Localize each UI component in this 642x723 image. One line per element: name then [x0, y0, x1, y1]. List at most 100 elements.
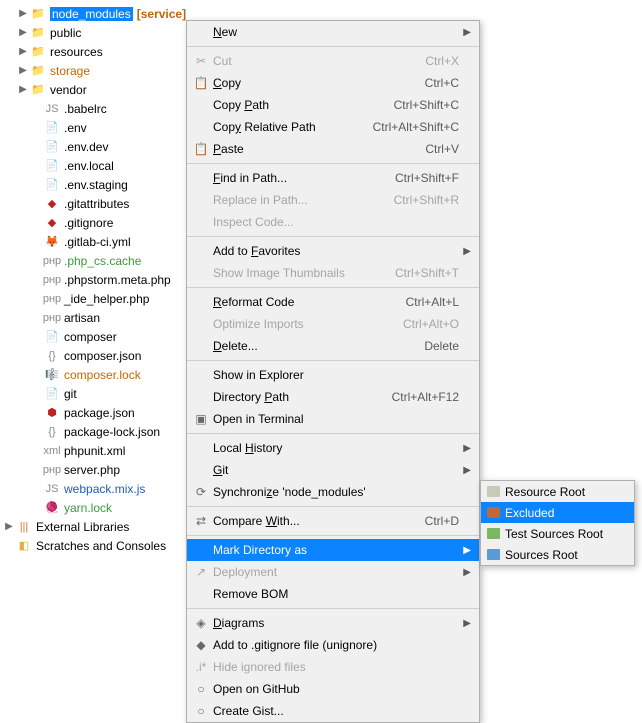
npm-icon: ⬢: [44, 405, 60, 421]
php-icon: pʜp: [44, 291, 60, 307]
menu-item[interactable]: Add to Favorites▶: [187, 240, 479, 262]
menu-label: Delete...: [211, 339, 424, 353]
tree-item[interactable]: ▶📁node_modules[service]: [0, 4, 200, 23]
tree-item[interactable]: ▶📁vendor: [0, 80, 200, 99]
file-icon: 📄: [44, 177, 60, 193]
menu-item[interactable]: Mark Directory as▶: [187, 539, 479, 561]
menu-icon: ○: [191, 682, 211, 696]
chevron-right-icon[interactable]: ▶: [16, 27, 30, 38]
external-libraries[interactable]: ▶ ||| External Libraries: [0, 517, 200, 536]
menu-item: ✂CutCtrl+X: [187, 50, 479, 72]
tree-item[interactable]: ▶JS.babelrc: [0, 99, 200, 118]
composer-icon: 🎼: [44, 367, 60, 383]
menu-item[interactable]: Reformat CodeCtrl+Alt+L: [187, 291, 479, 313]
tree-item[interactable]: ▶🧶yarn.lock: [0, 498, 200, 517]
menu-item[interactable]: ◆Add to .gitignore file (unignore): [187, 634, 479, 656]
tree-item[interactable]: ▶JSwebpack.mix.js: [0, 479, 200, 498]
tree-item[interactable]: ▶📁 resources: [0, 42, 200, 61]
submenu-item[interactable]: Sources Root: [481, 544, 634, 565]
menu-label: Find in Path...: [211, 171, 395, 185]
menu-item[interactable]: Delete...Delete: [187, 335, 479, 357]
menu-item[interactable]: ⇄Compare With...Ctrl+D: [187, 510, 479, 532]
menu-icon: ◈: [191, 616, 211, 630]
menu-item[interactable]: ▣Open in Terminal: [187, 408, 479, 430]
menu-label: Add to .gitignore file (unignore): [211, 638, 459, 652]
tree-item[interactable]: ▶pʜp.phpstorm.meta.php: [0, 270, 200, 289]
tree-item[interactable]: ▶📄composer: [0, 327, 200, 346]
tree-label: yarn.lock: [64, 501, 112, 515]
chevron-right-icon[interactable]: ▶: [16, 84, 30, 95]
file-icon: 📄: [44, 386, 60, 402]
tree-label: git: [64, 387, 77, 401]
tree-item[interactable]: ▶📄.env: [0, 118, 200, 137]
tree-item[interactable]: ▶◆.gitignore: [0, 213, 200, 232]
menu-shortcut: Ctrl+V: [425, 142, 459, 156]
tree-item[interactable]: ▶pʜpartisan: [0, 308, 200, 327]
menu-item[interactable]: Local History▶: [187, 437, 479, 459]
tree-item[interactable]: ▶pʜp_ide_helper.php: [0, 289, 200, 308]
menu-item[interactable]: Copy PathCtrl+Shift+C: [187, 94, 479, 116]
menu-separator: [187, 163, 479, 164]
menu-item[interactable]: ○Open on GitHub: [187, 678, 479, 700]
chevron-right-icon[interactable]: ▶: [16, 46, 30, 57]
tree-item[interactable]: ▶📁public: [0, 23, 200, 42]
yarn-icon: 🧶: [44, 500, 60, 516]
tree-item[interactable]: ▶📁storage: [0, 61, 200, 80]
chevron-right-icon[interactable]: ▶: [16, 65, 30, 76]
menu-label: Compare With...: [211, 514, 425, 528]
menu-label: Diagrams: [211, 616, 459, 630]
menu-item[interactable]: Remove BOM: [187, 583, 479, 605]
tree-item[interactable]: ▶📄.env.local: [0, 156, 200, 175]
submenu-item[interactable]: Resource Root: [481, 481, 634, 502]
menu-item[interactable]: 📋PasteCtrl+V: [187, 138, 479, 160]
folder-icon: 📁: [30, 44, 46, 60]
tree-label: .gitlab-ci.yml: [64, 235, 131, 249]
tree-item[interactable]: ▶📄.env.staging: [0, 175, 200, 194]
menu-item[interactable]: ◈Diagrams▶: [187, 612, 479, 634]
scratches-consoles[interactable]: ▶ ◧ Scratches and Consoles: [0, 536, 200, 555]
menu-item[interactable]: New▶: [187, 21, 479, 43]
menu-item[interactable]: 📋CopyCtrl+C: [187, 72, 479, 94]
tree-label: .env: [64, 121, 87, 135]
menu-item[interactable]: Find in Path...Ctrl+Shift+F: [187, 167, 479, 189]
tree-item[interactable]: ▶◆.gitattributes: [0, 194, 200, 213]
menu-separator: [187, 535, 479, 536]
git-icon: ◆: [44, 196, 60, 212]
menu-item[interactable]: ⟳Synchronize 'node_modules': [187, 481, 479, 503]
menu-label: Show in Explorer: [211, 368, 459, 382]
tree-label: resources: [50, 45, 103, 59]
menu-item[interactable]: Directory PathCtrl+Alt+F12: [187, 386, 479, 408]
tree-item[interactable]: ▶🦊.gitlab-ci.yml: [0, 232, 200, 251]
file-icon: 📄: [44, 158, 60, 174]
menu-separator: [187, 46, 479, 47]
menu-shortcut: Ctrl+D: [425, 514, 459, 528]
menu-item[interactable]: Show in Explorer: [187, 364, 479, 386]
menu-item[interactable]: Copy Relative PathCtrl+Alt+Shift+C: [187, 116, 479, 138]
library-icon: |||: [16, 519, 32, 535]
tree-item[interactable]: ▶📄.env.dev: [0, 137, 200, 156]
scratch-icon: ◧: [16, 538, 32, 554]
menu-icon: 📋: [191, 142, 211, 156]
menu-label: Remove BOM: [211, 587, 459, 601]
tree-label: public: [50, 26, 81, 40]
tree-item[interactable]: ▶⬢package.json: [0, 403, 200, 422]
menu-label: Optimize Imports: [211, 317, 403, 331]
tree-item[interactable]: ▶🎼composer.lock: [0, 365, 200, 384]
menu-icon: 📋: [191, 76, 211, 90]
chevron-right-icon[interactable]: ▶: [16, 8, 30, 19]
tree-label: composer: [64, 330, 117, 344]
tree-item[interactable]: ▶📄git: [0, 384, 200, 403]
tree-item[interactable]: ▶{}composer.json: [0, 346, 200, 365]
tree-item[interactable]: ▶{}package-lock.json: [0, 422, 200, 441]
menu-label: Copy: [211, 76, 425, 90]
tree-item[interactable]: ▶pʜpserver.php: [0, 460, 200, 479]
submenu-item[interactable]: Test Sources Root: [481, 523, 634, 544]
submenu-label: Sources Root: [505, 548, 578, 562]
submenu-item[interactable]: Excluded: [481, 502, 634, 523]
tree-item[interactable]: ▶xmlphpunit.xml: [0, 441, 200, 460]
js-icon: JS: [44, 101, 60, 117]
tree-label: External Libraries: [36, 520, 129, 534]
menu-item[interactable]: Git▶: [187, 459, 479, 481]
tree-item[interactable]: ▶pʜp.php_cs.cache: [0, 251, 200, 270]
menu-item[interactable]: ○Create Gist...: [187, 700, 479, 722]
